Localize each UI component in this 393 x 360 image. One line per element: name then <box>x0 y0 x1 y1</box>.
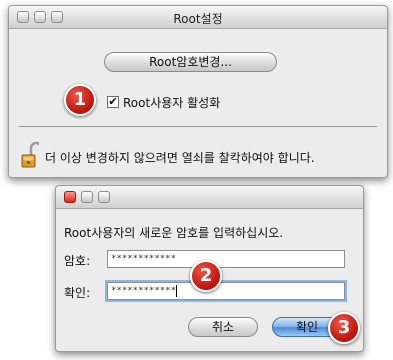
password-field[interactable]: ************ <box>107 250 345 268</box>
close-dialog-button[interactable] <box>64 191 76 203</box>
unlocked-padlock-icon[interactable] <box>21 141 39 169</box>
lock-message: 더 이상 변경하지 않으려면 열쇠를 찰칵하여야 합니다. <box>45 151 315 165</box>
root-settings-titlebar: Root설정 <box>9 6 387 29</box>
step-badge-1: 1 <box>64 84 96 116</box>
password-dialog-titlebar <box>56 186 363 209</box>
password-value: ************ <box>111 254 177 264</box>
verify-label: 확인: <box>64 286 91 300</box>
password-label: 암호: <box>64 254 91 268</box>
cancel-button[interactable]: 취소 <box>188 317 258 337</box>
change-root-password-button[interactable]: Root암호변경... <box>104 52 277 72</box>
step-badge-3: 3 <box>328 312 360 344</box>
step-badge-2: 2 <box>190 260 222 292</box>
text-cursor <box>176 284 178 297</box>
verify-password-field[interactable]: ************ <box>107 282 345 300</box>
enable-root-checkbox[interactable]: ✔ <box>107 96 119 108</box>
zoom-dialog-button[interactable] <box>98 191 110 203</box>
enable-root-label[interactable]: Root사용자 활성화 <box>123 94 220 111</box>
divider <box>19 126 377 127</box>
verify-value: ************ <box>111 286 177 296</box>
window-title: Root설정 <box>173 12 223 26</box>
password-prompt: Root사용자의 새로운 암호를 입력하십시오. <box>64 226 284 240</box>
minimize-dialog-button[interactable] <box>81 191 93 203</box>
checkmark-icon: ✔ <box>108 95 118 108</box>
